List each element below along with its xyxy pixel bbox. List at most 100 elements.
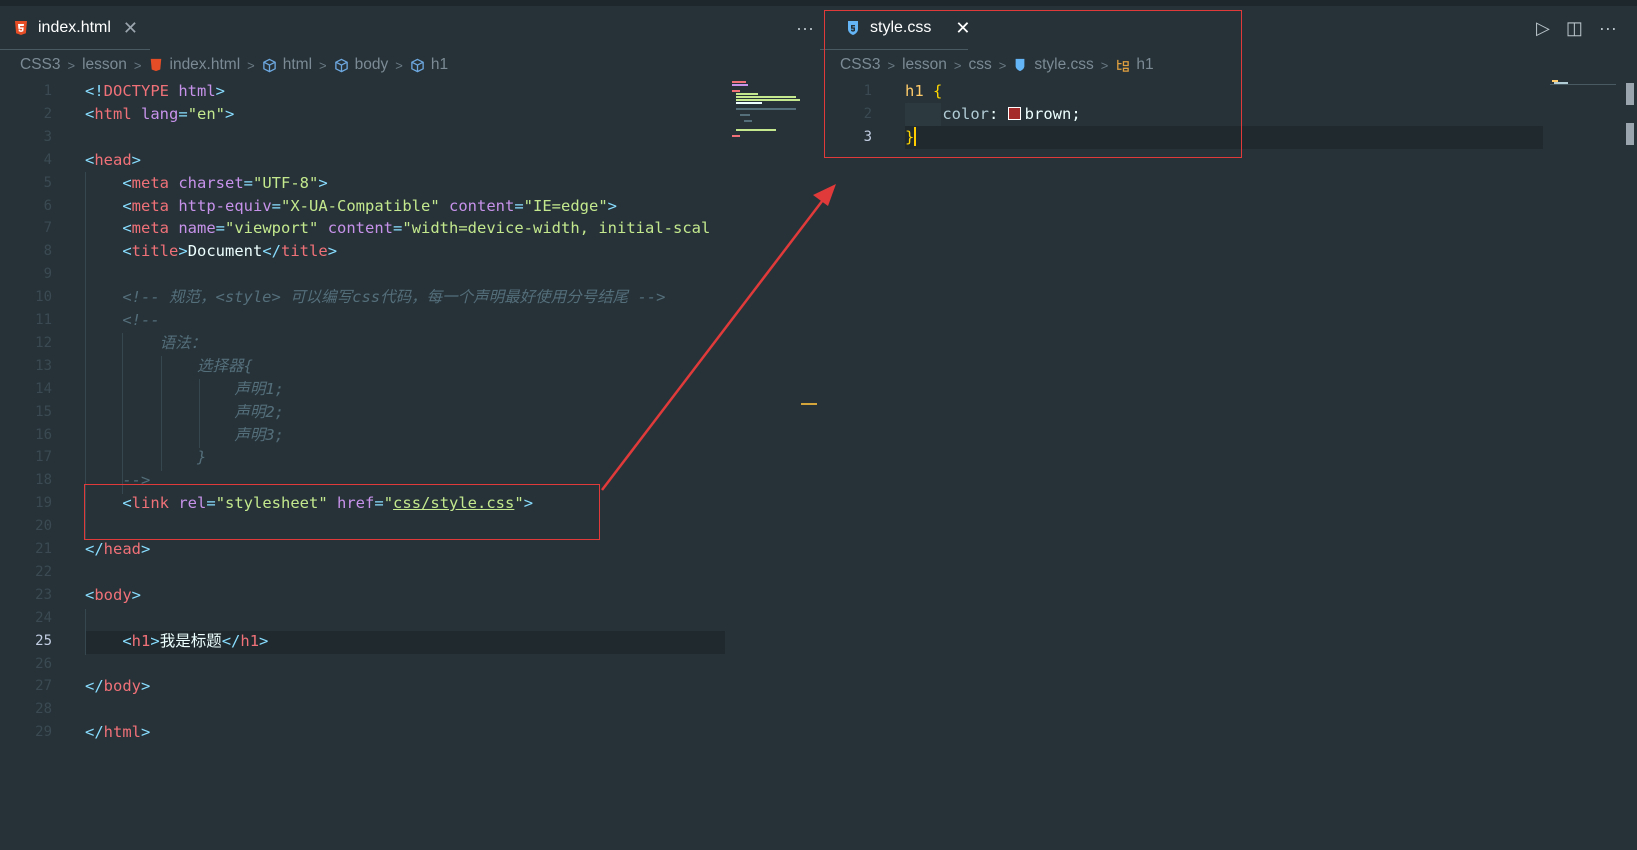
line-number[interactable]: 12 xyxy=(0,332,52,355)
line-number[interactable]: 2 xyxy=(0,103,52,126)
line-number[interactable]: 24 xyxy=(0,607,52,630)
code-token: head xyxy=(103,540,141,558)
line-number[interactable]: 17 xyxy=(0,446,52,469)
code-token: > xyxy=(131,150,142,169)
code-token: > xyxy=(141,677,151,696)
tab-label: index.html xyxy=(38,19,111,36)
code-token: meta xyxy=(131,219,169,238)
html-file-icon xyxy=(149,58,163,72)
code-token: name xyxy=(178,219,216,238)
line-number[interactable]: 19 xyxy=(0,492,52,515)
line-number[interactable]: 25 xyxy=(0,630,52,653)
line-number[interactable]: 14 xyxy=(0,378,52,401)
line-number[interactable]: 6 xyxy=(0,195,52,218)
line-number[interactable]: 9 xyxy=(0,263,52,286)
scrollbar-thumb[interactable] xyxy=(1626,83,1634,105)
code-token: = xyxy=(215,219,226,238)
code-text: <meta charset="UTF-8"> xyxy=(85,172,327,195)
breadcrumb-item[interactable]: index.html xyxy=(149,56,241,74)
code-text: <head> xyxy=(85,149,141,172)
line-number[interactable]: 15 xyxy=(0,401,52,424)
line-number[interactable]: 8 xyxy=(0,240,52,263)
line-number[interactable]: 5 xyxy=(0,172,52,195)
minimap[interactable] xyxy=(730,80,800,140)
line-number[interactable]: 10 xyxy=(0,286,52,309)
line-number[interactable]: 26 xyxy=(0,653,52,676)
minimap[interactable] xyxy=(1550,80,1620,90)
line-number[interactable]: 1 xyxy=(0,80,52,103)
line-number[interactable]: 21 xyxy=(0,538,52,561)
code-line: 14 声明1; xyxy=(0,378,820,401)
breadcrumb-item[interactable]: body xyxy=(334,56,388,74)
line-number[interactable]: 18 xyxy=(0,469,52,492)
code-line: 3 xyxy=(0,126,820,149)
line-number[interactable]: 29 xyxy=(0,721,52,744)
breadcrumb-item[interactable]: html xyxy=(262,56,312,74)
run-icon[interactable]: ▷ xyxy=(1536,18,1550,39)
code-token: < xyxy=(85,150,95,169)
code-text: <meta http-equiv="X-UA-Compatible" conte… xyxy=(85,195,617,218)
code-token: html xyxy=(178,82,216,100)
cube-icon xyxy=(334,58,348,73)
code-token: 选择器{ xyxy=(196,356,253,375)
line-number[interactable]: 16 xyxy=(0,424,52,447)
code-text: 语法： xyxy=(85,332,207,355)
code-text: 声明2; xyxy=(85,401,284,424)
code-token: <! xyxy=(85,82,104,100)
code-text: <html lang="en"> xyxy=(85,103,234,126)
line-number[interactable]: 4 xyxy=(0,149,52,172)
more-actions-icon[interactable]: ··· xyxy=(1599,18,1617,39)
line-number[interactable]: 7 xyxy=(0,217,52,240)
breadcrumb-label: lesson xyxy=(82,56,127,73)
code-token: = xyxy=(514,196,524,215)
line-number[interactable]: 20 xyxy=(0,515,52,538)
code-token: <!-- xyxy=(122,311,160,329)
chevron-right-icon: > xyxy=(67,57,76,73)
breadcrumb-item[interactable]: h1 xyxy=(410,56,448,74)
breadcrumb-item[interactable]: CSS3 xyxy=(20,56,61,74)
line-number[interactable]: 13 xyxy=(0,355,52,378)
line-number[interactable]: 28 xyxy=(0,698,52,721)
code-token: > xyxy=(259,631,269,650)
breadcrumb-item[interactable]: lesson xyxy=(82,56,127,74)
code-line: 16 声明3; xyxy=(0,424,820,447)
code-token: </ xyxy=(85,677,104,696)
code-line: 27 </body> xyxy=(0,675,820,698)
code-token: </ xyxy=(221,631,241,650)
line-number[interactable]: 3 xyxy=(0,126,52,149)
code-line: 7 <meta name="viewport" content="width=d… xyxy=(0,217,820,240)
code-token: "viewport" xyxy=(225,219,319,238)
code-token: h1 xyxy=(240,631,260,650)
scrollbar-thumb[interactable] xyxy=(1626,123,1634,145)
tab-index-html[interactable]: index.html ✕ xyxy=(0,6,150,50)
line-number[interactable]: 23 xyxy=(0,584,52,607)
code-token: </ xyxy=(85,540,104,558)
line-number[interactable]: 11 xyxy=(0,309,52,332)
code-token: </ xyxy=(262,242,282,261)
line-number[interactable]: 27 xyxy=(0,675,52,698)
code-token: < xyxy=(85,585,95,604)
line-number[interactable]: 22 xyxy=(0,561,52,584)
html-editor[interactable]: 1 <!DOCTYPE html> 2 <html lang="en"> 3 4 <head… xyxy=(0,80,820,850)
code-token: = xyxy=(178,104,188,123)
code-token: = xyxy=(243,173,254,192)
css-editor[interactable]: 1 h1 {2 color: brown; 3} xyxy=(820,80,1637,850)
split-editor-icon[interactable]: ◫ xyxy=(1566,18,1583,39)
code-line: 22 xyxy=(0,561,820,584)
breadcrumb-label: index.html xyxy=(169,56,241,73)
code-token: h1 xyxy=(131,631,151,650)
code-token: content xyxy=(449,196,515,215)
left-editor-group: index.html ✕ ··· CSS3 > lesson > index.html >… xyxy=(0,6,820,850)
code-token: > xyxy=(607,196,618,215)
close-icon[interactable]: ✕ xyxy=(123,18,138,39)
code-line: 5 <meta charset="UTF-8"> xyxy=(0,172,820,195)
code-token: DOCTYPE xyxy=(103,82,169,100)
more-actions-icon[interactable]: ··· xyxy=(796,18,814,39)
code-token: < xyxy=(122,631,132,650)
code-text: <!DOCTYPE html> xyxy=(85,80,225,103)
